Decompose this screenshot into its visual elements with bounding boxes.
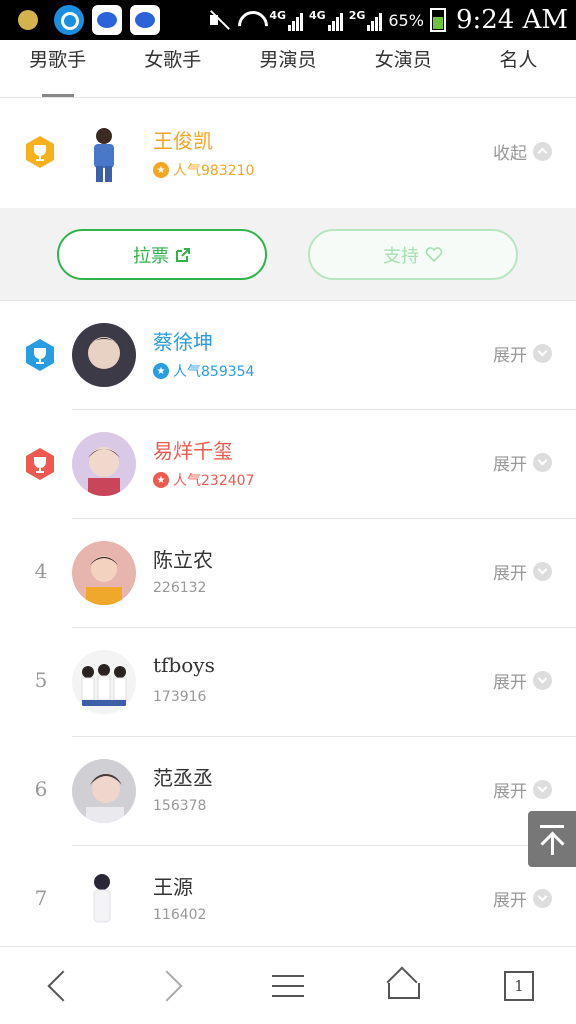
signal-icon: 4G (269, 9, 303, 31)
avatar[interactable] (72, 541, 136, 605)
ranking-row-3: 易烊千玺 ★ 人气232407 展开 (0, 410, 576, 519)
notification-dot-icon (18, 10, 38, 30)
artist-name[interactable]: 王源 (153, 871, 193, 900)
signal-icon: 2G (349, 9, 383, 31)
popularity: ★ 人气232407 (153, 470, 254, 490)
external-link-icon (176, 247, 190, 262)
artist-name[interactable]: tfboys (153, 653, 215, 677)
ranking-row-6: 6 范丞丞 156378 展开 (0, 737, 576, 846)
ranking-row-5: 5 tfboys 173916 展开 (0, 628, 576, 737)
wifi-icon (237, 9, 263, 31)
chevron-down-icon (533, 889, 552, 908)
star-icon: ★ (153, 363, 169, 379)
popularity-score: 173916 (153, 689, 207, 705)
artist-name[interactable]: 蔡徐坤 (153, 326, 213, 355)
expand-toggle[interactable]: 展开 (493, 668, 552, 693)
ranking-row-1: 王俊凯 ★ 人气983210 收起 (0, 99, 576, 208)
artist-name[interactable]: 范丞丞 (153, 762, 213, 791)
heart-icon (425, 246, 443, 262)
artist-name[interactable]: 易烊千玺 (153, 435, 233, 464)
ranking-row-2: 蔡徐坤 ★ 人气859354 展开 (0, 301, 576, 410)
menu-icon[interactable] (270, 965, 310, 1005)
gold-trophy-icon (26, 136, 54, 168)
tab-male-singers[interactable]: 男歌手 (0, 40, 115, 97)
artist-name[interactable]: 陈立农 (153, 544, 213, 573)
ranking-row-4: 4 陈立农 226132 展开 (0, 519, 576, 628)
avatar[interactable] (72, 759, 136, 823)
signal-icon: 4G (309, 9, 343, 31)
popularity-score: 226132 (153, 580, 207, 596)
tab-switcher-button[interactable]: 1 (502, 965, 542, 1005)
ranking-row-7: 7 王源 116402 展开 (0, 846, 576, 955)
action-panel: 拉票 支持 (0, 208, 576, 301)
blue-trophy-icon (26, 339, 54, 371)
expand-toggle[interactable]: 展开 (493, 777, 552, 802)
avatar[interactable] (72, 323, 136, 387)
expand-toggle[interactable]: 展开 (493, 559, 552, 584)
avatar[interactable] (72, 122, 136, 186)
forward-icon[interactable] (152, 965, 192, 1005)
home-icon[interactable] (384, 965, 424, 1005)
star-icon: ★ (153, 162, 169, 178)
rank-number: 5 (34, 668, 48, 692)
back-icon[interactable] (38, 965, 78, 1005)
red-trophy-icon (26, 448, 54, 480)
avatar[interactable] (72, 432, 136, 496)
tab-female-actors[interactable]: 女演员 (346, 40, 461, 97)
chevron-down-icon (533, 671, 552, 690)
avatar[interactable] (72, 650, 136, 714)
vote-button[interactable]: 拉票 (57, 229, 267, 280)
expand-toggle[interactable]: 展开 (493, 341, 552, 366)
artist-name[interactable]: 王俊凯 (153, 125, 213, 154)
baidu-icon (92, 5, 122, 35)
support-button[interactable]: 支持 (308, 229, 518, 280)
battery-icon (429, 8, 446, 32)
rank-number: 4 (34, 559, 48, 583)
category-tabs: 男歌手 女歌手 男演员 女演员 名人 (0, 40, 576, 98)
expand-toggle[interactable]: 展开 (493, 886, 552, 911)
collapse-toggle[interactable]: 收起 (493, 139, 552, 164)
popularity: ★ 人气983210 (153, 160, 254, 180)
browser-bottom-bar: 1 (0, 946, 576, 1024)
popularity: ★ 人气859354 (153, 361, 254, 381)
tab-female-singers[interactable]: 女歌手 (115, 40, 230, 97)
tab-celebrities[interactable]: 名人 (461, 40, 576, 97)
chevron-down-icon (533, 344, 552, 363)
star-icon: ★ (153, 472, 169, 488)
chevron-down-icon (533, 562, 552, 581)
chevron-up-icon (533, 142, 552, 161)
chevron-down-icon (533, 453, 552, 472)
popularity-score: 116402 (153, 907, 207, 923)
avatar[interactable] (72, 868, 136, 932)
scroll-to-top-button[interactable] (528, 811, 576, 867)
tab-male-actors[interactable]: 男演员 (230, 40, 345, 97)
browser-app-icon (54, 5, 84, 35)
popularity-score: 156378 (153, 798, 207, 814)
rank-number: 6 (34, 777, 48, 801)
clock: 9:24 AM (455, 5, 568, 35)
chevron-down-icon (533, 780, 552, 799)
expand-toggle[interactable]: 展开 (493, 450, 552, 475)
battery-percent: 65% (388, 10, 424, 30)
status-bar: 4G 4G 2G 65% 9:24 AM (0, 0, 576, 40)
mute-icon (207, 9, 231, 31)
rank-number: 7 (34, 886, 48, 910)
baidu-icon (130, 5, 160, 35)
